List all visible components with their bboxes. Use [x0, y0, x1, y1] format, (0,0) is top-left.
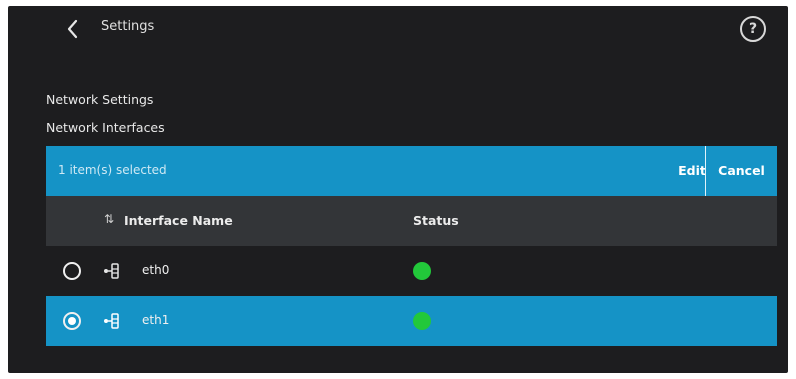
table-row[interactable]: eth0 [46, 246, 777, 296]
radio-selected-dot [68, 317, 76, 325]
network-settings-heading: Network Settings [46, 92, 154, 107]
row-select-radio[interactable] [63, 262, 81, 280]
back-button[interactable] [64, 16, 84, 42]
selection-count: 1 item(s) selected [58, 163, 167, 177]
selection-bar: 1 item(s) selected Edit Cancel [46, 146, 777, 196]
cancel-button[interactable]: Cancel [706, 146, 777, 196]
interface-name: eth1 [142, 313, 170, 327]
status-indicator [413, 312, 431, 330]
network-interface-icon [104, 313, 119, 329]
top-bar: Settings ? [8, 6, 788, 54]
interface-name: eth0 [142, 263, 170, 277]
column-header-interface-name[interactable]: Interface Name [124, 213, 233, 228]
sort-icon[interactable]: ⇅ [104, 212, 114, 226]
column-header-status: Status [413, 213, 459, 228]
help-button[interactable]: ? [740, 16, 766, 42]
network-interfaces-heading: Network Interfaces [46, 120, 165, 135]
row-select-radio[interactable] [63, 312, 81, 330]
table-row[interactable]: eth1 [46, 296, 777, 346]
page-title: Settings [101, 19, 155, 34]
help-circle-icon: ? [748, 21, 758, 37]
chevron-left-icon [67, 19, 78, 39]
status-indicator [413, 262, 431, 280]
settings-window: Settings ? Network Settings Network Inte… [8, 6, 788, 373]
table-header: ⇅ Interface Name Status [46, 196, 777, 246]
network-interface-icon [104, 263, 119, 279]
